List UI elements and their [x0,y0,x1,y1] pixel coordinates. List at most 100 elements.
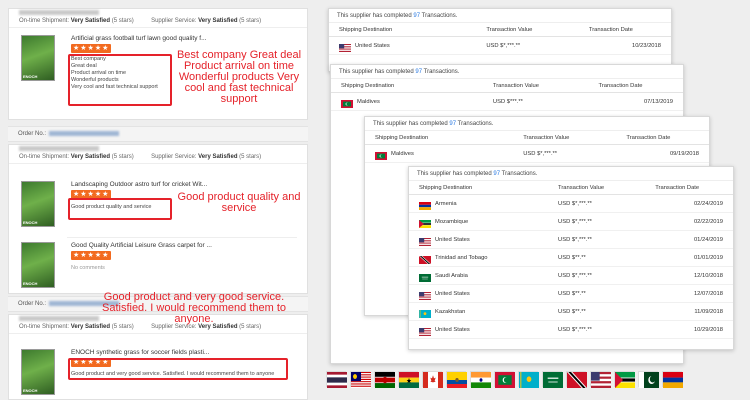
gh-flag-icon [398,371,419,388]
product-title-link[interactable]: Landscaping Outdoor astro turf for crick… [71,181,207,188]
country-name: Armenia [435,200,457,207]
satisfaction-line: On-time Shipment: Very Satisfied (5 star… [9,17,307,25]
order-label: Order No.: [18,301,47,307]
country-name: United States [355,42,390,49]
table-row: Maldives USD $***.** 07/13/2019 [331,93,683,111]
transaction-value: USD $*,***.** [558,273,592,279]
country-name: Maldives [391,150,414,157]
table-row: United States USD $**.** 12/07/2018 [409,285,733,303]
ca-flag-icon [422,371,443,388]
transaction-value: USD $**.** [558,291,586,297]
sa-flag-icon [419,272,431,282]
in-flag-icon [470,371,491,388]
col-date: Transaction Date [588,27,633,33]
mz-flag-icon [419,218,431,228]
us-flag-icon [339,42,351,52]
transaction-date: 12/10/2018 [693,273,723,279]
table-row: Saudi Arabia USD $*,***.** 12/10/2018 [409,267,733,285]
country-name: Trinidad and Tobago [435,254,488,261]
table-header: Shipping Destination Transaction Value T… [331,79,683,93]
highlight-box [68,198,172,220]
country-name: United States [435,290,470,297]
satisfaction-line: On-time Shipment: Very Satisfied (5 star… [19,154,262,160]
mv-flag-icon [341,98,353,108]
product-title-link[interactable]: Good Quality Artificial Leisure Grass ca… [71,242,212,249]
tt-flag-icon [419,254,431,264]
ke-flag-icon [374,371,395,388]
am-flag-icon [419,200,431,210]
transactions-summary: This supplier has completed 97 Transacti… [331,65,683,79]
transaction-value: USD $***.** [492,99,523,105]
transactions-summary: This supplier has completed 97 Transacti… [365,117,709,131]
highlight-box [68,54,172,106]
transaction-date: 01/01/2019 [693,255,723,261]
transactions-summary: This supplier has completed 97 Transacti… [329,9,671,23]
transaction-date: 02/22/2019 [693,219,723,225]
on-time-value: Very Satisfied [70,18,111,24]
table-header: Shipping Destination Transaction Value T… [409,181,733,195]
ec-flag-icon [446,371,467,388]
us-flag-icon [419,326,431,336]
product-thumbnail[interactable]: ENOCH [21,242,55,288]
product-thumbnail[interactable]: ENOCH [21,349,55,395]
transactions-panel: This supplier has completed 97 Transacti… [408,166,734,350]
country-name: United States [435,236,470,243]
on-time-stars: (5 stars) [111,18,134,24]
country-name: United States [435,326,470,333]
table-row: Armenia USD $*,***.** 02/24/2019 [409,195,733,213]
table-row: United States USD $*,***.** 10/23/2018 [329,37,671,55]
transaction-date: 11/09/2018 [694,309,723,315]
us-flag-icon [419,290,431,300]
transaction-count-link[interactable]: 97 [413,13,420,19]
transaction-date: 12/07/2018 [693,291,723,297]
us-flag-icon [419,236,431,246]
product-thumbnail[interactable]: ENOCH [21,181,55,227]
product-thumbnail[interactable]: ENOCH [21,35,55,81]
annotation-text: Good product quality and service [177,191,301,214]
transaction-date: 09/19/2018 [669,151,699,157]
service-stars: (5 stars) [239,18,262,24]
table-header: Shipping Destination Transaction Value T… [365,131,709,145]
service-value: Very Satisfied [198,18,238,24]
transaction-date: 02/24/2019 [693,201,723,207]
transaction-value: USD $*,***.** [523,151,558,157]
product-title-link[interactable]: ENOCH synthetic grass for soccer fields … [71,349,209,356]
review-card: On-time Shipment: Very Satisfied (5 star… [8,314,308,400]
order-number-bar: Order No.: [8,126,308,142]
table-row: Trinidad and Tobago USD $**.** 01/01/2019 [409,249,733,267]
service-label: Supplier Service: [151,18,197,24]
mv-flag-icon [494,371,515,388]
annotation-text: Good product and very good service. Sati… [101,291,287,325]
sa-flag-icon [542,371,563,388]
transactions-panel: This supplier has completed 97 Transacti… [328,8,672,72]
transaction-value: USD $**.** [558,255,586,261]
us-flag-icon [590,371,611,388]
tt-flag-icon [566,371,587,388]
table-row: Maldives USD $*,***.** 09/19/2018 [365,145,709,163]
star-rating: ★★★★★ [71,44,112,53]
country-name: Kazakhstan [435,308,466,315]
country-flag-strip [326,371,683,389]
transaction-date: 10/23/2018 [631,43,661,49]
am-flag-icon [662,371,683,388]
highlight-box [68,358,288,380]
star-rating: ★★★★★ [71,251,112,260]
col-destination: Shipping Destination [339,26,393,33]
transaction-value: USD $*,***.** [558,219,592,225]
mz-flag-icon [614,371,635,388]
transaction-value: USD $*,***.** [558,201,592,207]
col-value: Transaction Value [486,27,533,33]
mv-flag-icon [375,150,387,160]
country-name: Mozambique [435,218,469,225]
country-name: Saudi Arabia [435,272,468,279]
order-label: Order No.: [18,131,47,137]
transaction-date: 10/29/2018 [693,327,723,333]
table-row: Kazakhstan USD $**.** 11/09/2018 [409,303,733,321]
transaction-date: 07/13/2019 [643,99,673,105]
table-row: United States USD $*,***.** 01/24/2019 [409,231,733,249]
product-title-link[interactable]: Artificial grass football turf lawn good… [71,35,206,42]
table-header: Shipping Destination Transaction Value T… [329,23,671,37]
buyer-name [9,145,307,153]
review-text: No comments [71,265,105,271]
reviews-panel: On-time Shipment: Very Satisfied (5 star… [8,8,308,400]
